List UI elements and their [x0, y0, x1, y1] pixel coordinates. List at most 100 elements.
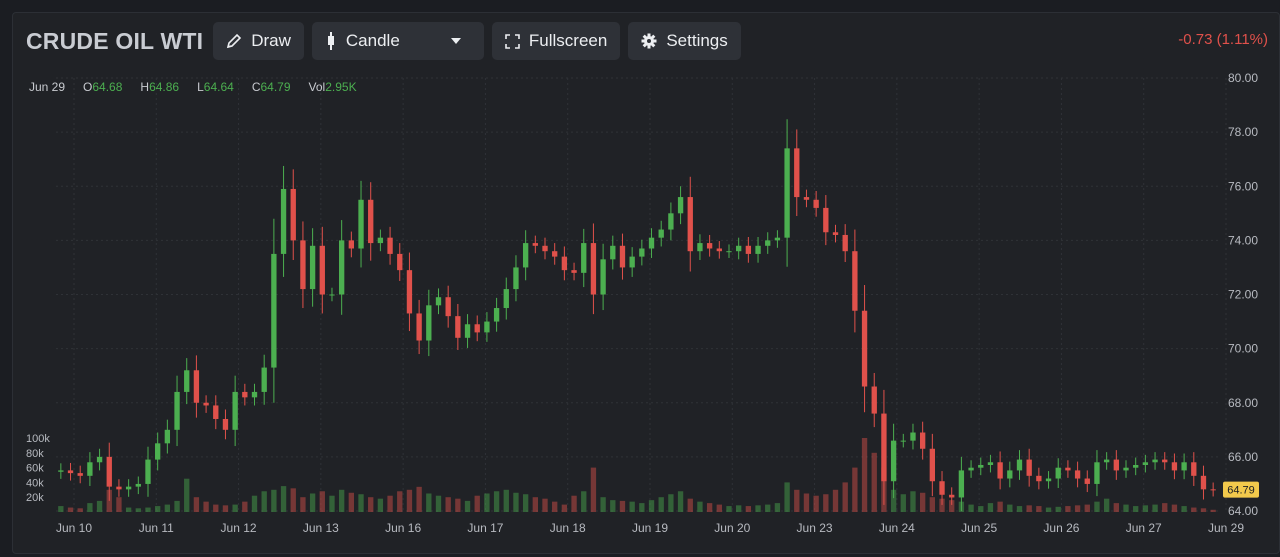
volume-bar [397, 491, 403, 512]
chart-toolbar: CRUDE OIL WTI Draw Candle Fullscreen Set… [26, 22, 741, 60]
volume-bar [765, 504, 771, 512]
candle-body [1210, 489, 1216, 491]
candle-body [803, 197, 810, 200]
volume-bar [184, 478, 190, 512]
volume-bar [406, 489, 413, 512]
volume-bar [687, 498, 693, 512]
volume-bar [67, 507, 74, 512]
volume-bar [96, 500, 103, 512]
volume-bar [1123, 504, 1129, 512]
candle-body [348, 240, 355, 249]
candle-body [871, 386, 877, 414]
volume-bar [978, 506, 984, 512]
volume-tick-label: 60k [26, 463, 44, 475]
volume-bar [125, 507, 132, 512]
candle-body [668, 213, 674, 230]
volume-bar [842, 482, 848, 512]
candle-body [164, 429, 171, 444]
candle-body [271, 253, 277, 368]
settings-label: Settings [666, 31, 728, 50]
y-tick-label: 80.00 [1228, 71, 1258, 85]
high-key: H [140, 80, 150, 94]
x-tick-label: Jun 18 [550, 521, 586, 535]
volume-bar [600, 497, 606, 512]
x-tick-label: Jun 23 [797, 521, 833, 535]
candle-body [813, 199, 819, 208]
volume-bar [464, 500, 471, 512]
volume-bar [329, 495, 335, 512]
fullscreen-button[interactable]: Fullscreen [491, 22, 621, 60]
volume-bar [987, 503, 994, 512]
candle-body [464, 324, 471, 338]
y-tick-label: 66.00 [1228, 450, 1258, 464]
candle-body [435, 297, 442, 306]
candle-body [1113, 459, 1119, 471]
x-tick-label: Jun 10 [56, 521, 92, 535]
volume-bar [784, 482, 790, 512]
candle-body [852, 251, 858, 311]
open-value: 64.68 [92, 80, 123, 94]
volume-bar [736, 505, 742, 512]
volume-bar [861, 438, 868, 512]
candle-body [706, 243, 713, 249]
ohlc-legend: Jun 29 O 64.68 H 64.86 L 64.64 C 64.79 Vol 2.… [29, 80, 375, 94]
candle-body [125, 486, 132, 490]
volume-tick-label: 20k [26, 492, 44, 504]
candle-body [493, 308, 500, 322]
candle-body [1181, 462, 1187, 471]
ohlc-date: Jun 29 [29, 80, 66, 94]
volume-bar [832, 489, 839, 512]
chart-type-select[interactable]: Candle [311, 22, 484, 60]
candle-body [319, 245, 325, 295]
volume-bar [174, 500, 180, 512]
volume-bar [1084, 504, 1090, 512]
volume-bar [493, 491, 500, 512]
volume-bar [1016, 506, 1023, 512]
volume-bar [648, 500, 655, 512]
volume-bar [794, 489, 800, 512]
volume-bar [77, 508, 83, 512]
low-value: 64.64 [203, 80, 234, 94]
volume-bar [1055, 506, 1061, 512]
candle-body [96, 456, 103, 463]
candle-body [929, 448, 936, 482]
volume-bar [745, 506, 752, 512]
candle-body [106, 456, 112, 487]
candle-body [338, 240, 345, 295]
candle-body [765, 240, 771, 246]
candle-body [610, 245, 616, 260]
candle-body [522, 243, 529, 268]
x-tick-label: Jun 26 [1043, 521, 1079, 535]
candle-body [726, 251, 732, 253]
candle-body [397, 253, 403, 271]
volume-bar [581, 491, 587, 512]
volume-bar [474, 495, 480, 512]
volume-bar [774, 503, 781, 512]
candle-body [1191, 462, 1197, 476]
volume-bar [1171, 504, 1178, 512]
candle-body [387, 237, 393, 254]
x-tick-label: Jun 12 [221, 521, 257, 535]
settings-button[interactable]: Settings [628, 22, 741, 60]
volume-tick-label: 100k [26, 433, 50, 445]
y-tick-label: 78.00 [1228, 125, 1258, 139]
volume-bar [706, 503, 713, 512]
candle-body [900, 440, 906, 442]
candle-body [639, 248, 645, 257]
volume-bar [426, 493, 432, 512]
chart-type-label: Candle [345, 31, 400, 50]
candle-body [213, 405, 219, 419]
y-tick-label: 64.00 [1228, 504, 1258, 518]
candle-body [416, 313, 422, 341]
x-tick-label: Jun 24 [879, 521, 915, 535]
candle-body [174, 391, 180, 430]
volume-bar [590, 467, 597, 512]
candle-body [552, 251, 558, 257]
candle-body [823, 207, 829, 233]
candle-body [658, 229, 664, 238]
candle-body [251, 391, 258, 398]
volume-bar [1065, 506, 1071, 512]
candle-body [426, 305, 432, 341]
draw-button[interactable]: Draw [213, 22, 304, 60]
candle-body [600, 259, 606, 295]
